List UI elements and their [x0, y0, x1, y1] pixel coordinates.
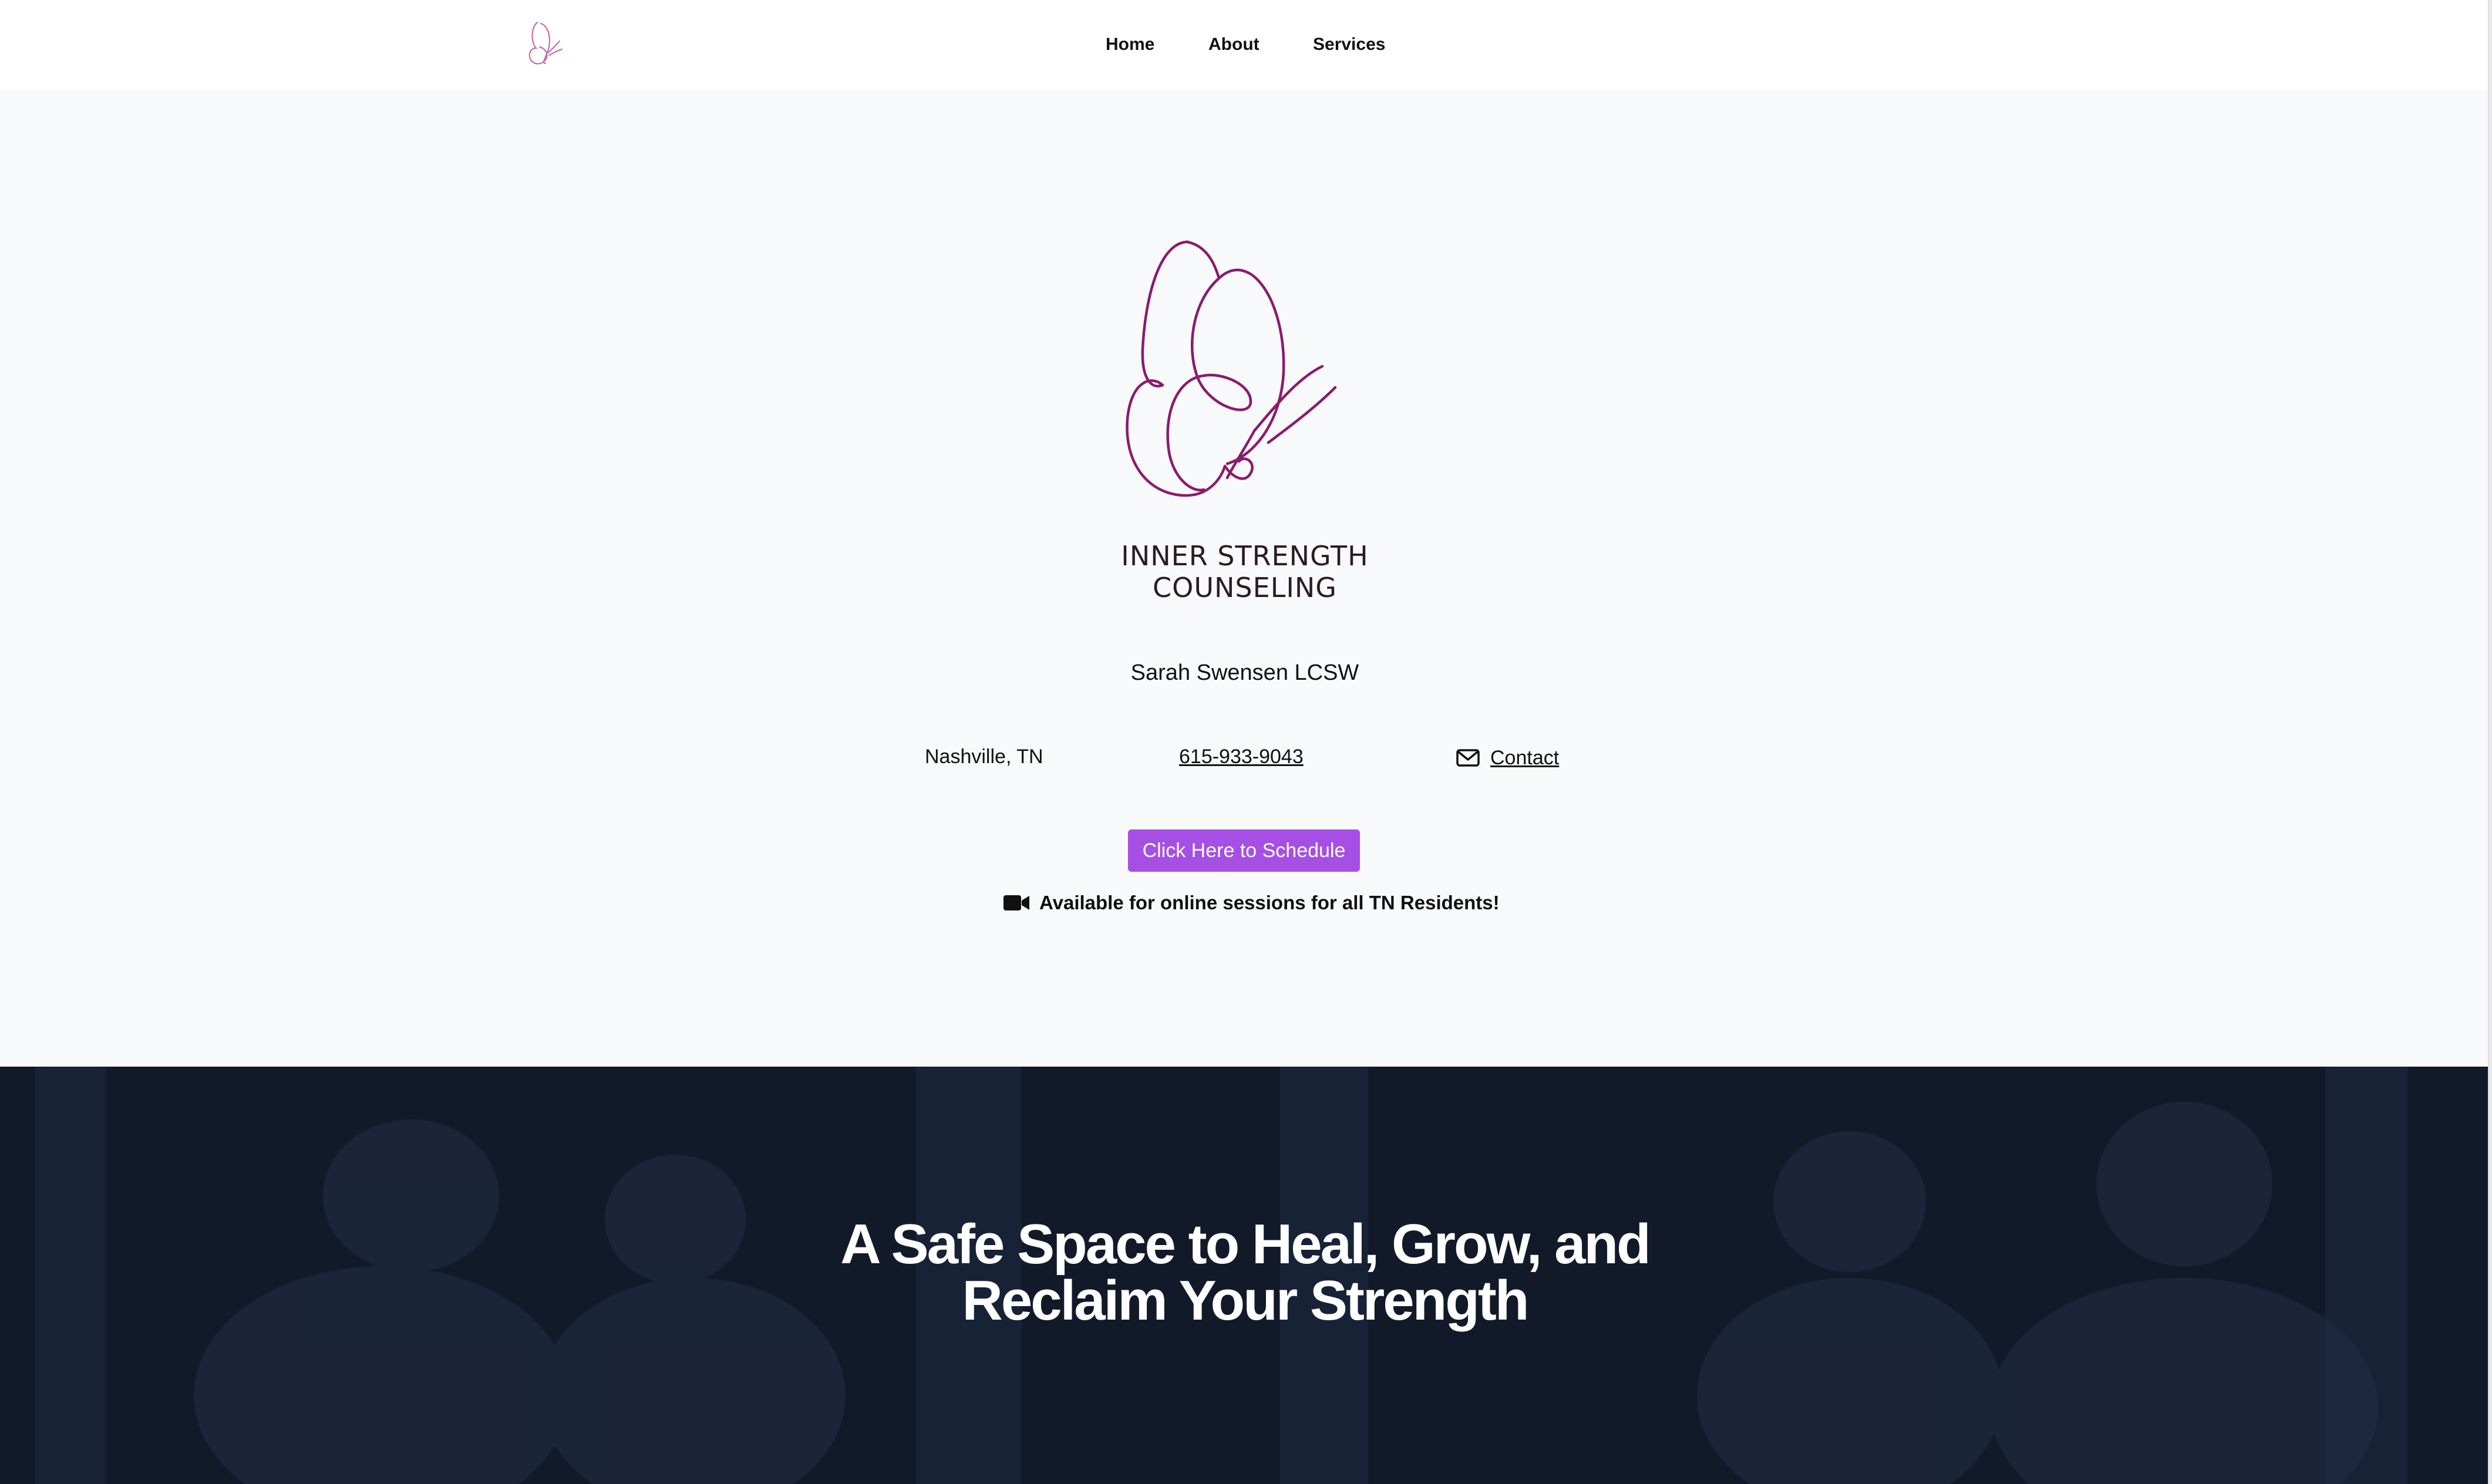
video-camera-icon — [1003, 895, 1029, 910]
banner-headline-line2: Reclaim Your Strength — [962, 1269, 1530, 1332]
nav-about[interactable]: About — [1208, 31, 1260, 59]
phone-link[interactable]: 615-933-9043 — [1179, 746, 1304, 775]
banner-headline-line1: A Safe Space to Heal, Grow, and — [840, 1213, 1651, 1276]
main-nav: Home About Services — [0, 0, 2488, 90]
online-sessions-text: Available for online sessions for all TN… — [1039, 892, 1500, 913]
brand-name-line1: INNER STRENGTH — [1121, 540, 1369, 572]
brand-name: INNER STRENGTH COUNSELING — [1039, 540, 1450, 603]
nav-services[interactable]: Services — [1313, 31, 1385, 59]
mail-icon — [1456, 749, 1480, 767]
contact-label: Contact — [1490, 746, 1560, 769]
hero-banner: A Safe Space to Heal, Grow, and Reclaim … — [0, 1067, 2488, 1484]
online-sessions-note: Available for online sessions for all TN… — [1003, 888, 1500, 918]
contact-link[interactable]: Contact — [1456, 743, 1559, 773]
hero-section: INNER STRENGTH COUNSELING Sarah Swensen … — [0, 90, 2488, 1067]
page: Home About Services INNER STRENGTH COUNS… — [0, 0, 2492, 1484]
location-text: Nashville, TN — [925, 746, 1043, 768]
page-scrollbar[interactable] — [2488, 0, 2492, 1484]
owner-name: Sarah Swensen LCSW — [1130, 660, 1359, 685]
schedule-button[interactable]: Click Here to Schedule — [1128, 829, 1360, 872]
brand-name-line2: COUNSELING — [1153, 572, 1337, 603]
banner-headline: A Safe Space to Heal, Grow, and Reclaim … — [687, 1216, 1803, 1329]
nav-home[interactable]: Home — [1106, 31, 1154, 59]
site-header: Home About Services — [0, 0, 2488, 90]
